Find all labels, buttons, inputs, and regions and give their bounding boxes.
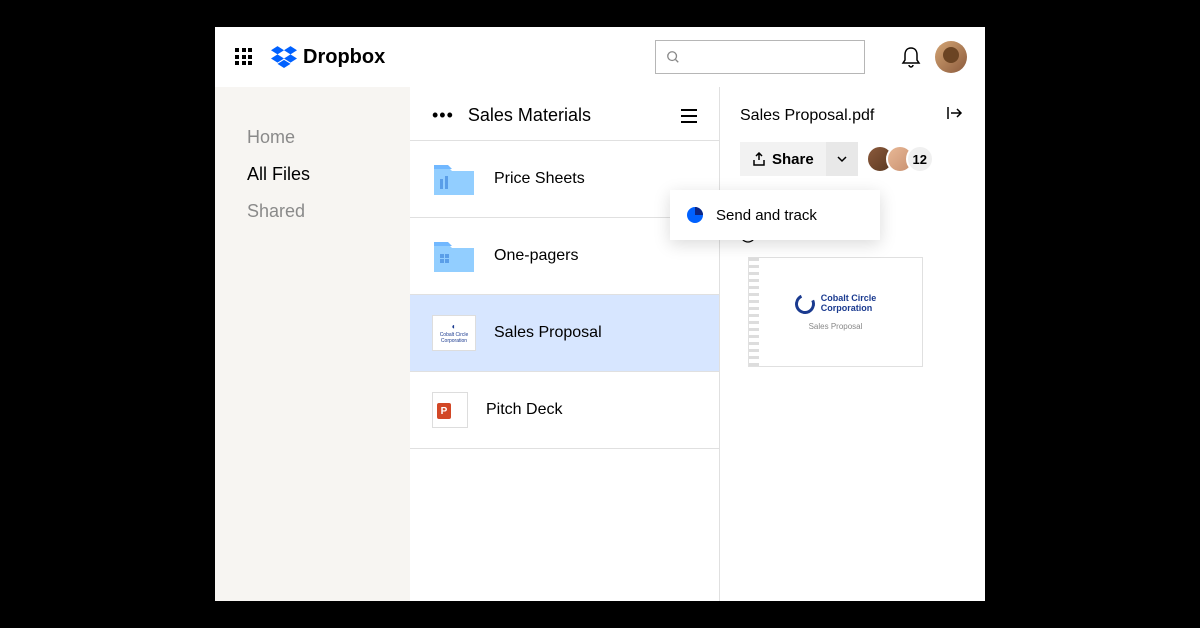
sidebar-item-home[interactable]: Home (247, 119, 378, 156)
sidebar-item-all-files[interactable]: All Files (247, 156, 378, 193)
detail-title: Sales Proposal.pdf (740, 107, 874, 125)
sidebar: Home All Files Shared (215, 87, 410, 601)
share-dropdown[interactable] (826, 142, 858, 176)
header: Dropbox (215, 27, 985, 87)
file-name: One-pagers (494, 247, 579, 265)
share-row: Share 12 (740, 142, 965, 176)
file-name: Price Sheets (494, 170, 585, 188)
share-button[interactable]: Share (740, 142, 826, 176)
expand-panel-icon[interactable] (947, 105, 965, 126)
share-icon (752, 152, 766, 166)
folder-title: Sales Materials (468, 105, 681, 126)
brand-name: Dropbox (303, 46, 385, 69)
file-preview-thumbnail[interactable]: Cobalt Circle Corporation Sales Proposal (748, 257, 923, 367)
file-name: Sales Proposal (494, 324, 602, 342)
apps-grid-icon[interactable] (235, 48, 253, 66)
file-row-sales-proposal[interactable]: Cobalt CircleCorporation Sales Proposal (410, 295, 719, 372)
file-row-pitch-deck[interactable]: Pitch Deck (410, 372, 719, 449)
detail-panel: Sales Proposal.pdf Share (720, 87, 985, 601)
popup-label: Send and track (716, 207, 817, 224)
file-list-panel: ••• Sales Materials Price Sheets (410, 87, 720, 601)
file-name: Pitch Deck (486, 401, 562, 419)
pdf-thumbnail-icon: Cobalt CircleCorporation (432, 315, 476, 351)
sidebar-item-shared[interactable]: Shared (247, 193, 378, 230)
dropbox-icon (271, 45, 297, 69)
dropbox-logo[interactable]: Dropbox (271, 45, 385, 69)
detail-header: Sales Proposal.pdf (740, 105, 965, 126)
send-and-track-popup[interactable]: Send and track (670, 190, 880, 240)
file-list-header: ••• Sales Materials (410, 87, 719, 141)
app-window: Dropbox Home All Files Shared ••• Sales … (215, 27, 985, 601)
powerpoint-icon (432, 392, 468, 428)
user-avatar[interactable] (935, 41, 967, 73)
share-label: Share (772, 151, 814, 168)
share-count-badge: 12 (906, 145, 934, 173)
search-icon (666, 50, 680, 64)
view-options-icon[interactable] (681, 109, 697, 123)
notifications-icon[interactable] (901, 46, 921, 68)
preview-doc-title: Sales Proposal (809, 322, 863, 331)
shared-users-stack[interactable]: 12 (866, 145, 934, 173)
folder-icon (432, 161, 476, 197)
chevron-down-icon (836, 155, 848, 163)
preview-company-logo: Cobalt Circle Corporation (795, 294, 877, 314)
search-input[interactable] (655, 40, 865, 74)
folder-icon (432, 238, 476, 274)
more-options-icon[interactable]: ••• (432, 105, 454, 126)
pie-chart-icon (686, 206, 704, 224)
